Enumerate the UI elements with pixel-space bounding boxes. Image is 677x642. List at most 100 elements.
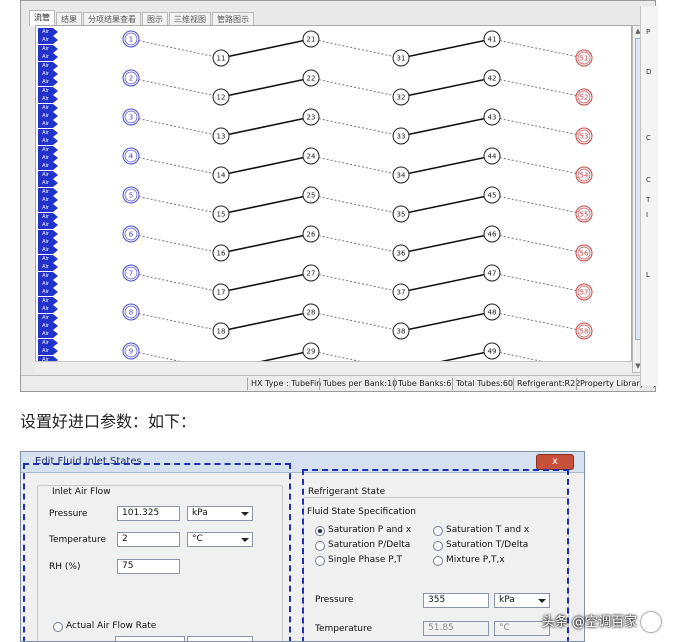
tube-connection: [310, 311, 402, 332]
tab-tubes[interactable]: 流管: [29, 10, 55, 26]
side-letter: D: [646, 68, 652, 76]
tube-number-label: 49: [488, 348, 497, 356]
tube-connection: [400, 272, 493, 293]
tube-number-label: 17: [217, 289, 226, 297]
side-letter: C: [646, 176, 651, 184]
tube-connection: [400, 155, 493, 176]
tube-connection: [400, 116, 493, 137]
close-button[interactable]: x: [536, 454, 574, 470]
close-icon: x: [552, 456, 558, 467]
tab-circuit-diagram[interactable]: 管路图示: [212, 12, 254, 26]
tube-connection: [310, 116, 402, 137]
tube-number-label: 14: [217, 172, 226, 180]
tube-number-label: 23: [307, 114, 316, 122]
view-tab-strip: 流管 结果 分项结果查看 图示 三维视图 管路图示: [29, 10, 255, 26]
tube-number-label: 13: [217, 133, 226, 141]
tube-connection: [220, 311, 312, 332]
watermark-logo-icon: [641, 612, 661, 632]
tube-number-label: 24: [307, 153, 316, 161]
tube-connection: [130, 194, 222, 215]
status-tubes-per-bank: Tubes per Bank:10: [319, 378, 400, 390]
tube-number-label: 46: [488, 231, 497, 239]
tube-number-label: 8: [129, 309, 133, 317]
tube-connection: [130, 116, 222, 137]
tube-number-label: 11: [217, 55, 226, 63]
tube-number-label: 35: [397, 211, 406, 219]
tube-connection: [220, 77, 312, 98]
tube-circuit-diagram: 1112131415121222324252313233343534142434…: [122, 30, 593, 372]
tube-number-label: 34: [397, 172, 406, 180]
circuit-canvas[interactable]: Air Air Air Air Air Air Air Air Air Air Air Air Air A…: [35, 25, 632, 373]
tube-connection: [220, 233, 312, 254]
tube-connection: [491, 155, 585, 176]
tube-number-label: 28: [307, 309, 316, 317]
tube-number-label: 32: [397, 94, 406, 102]
tube-number-label: 2: [129, 75, 133, 83]
tube-number-label: 12: [217, 94, 226, 102]
tube-connection: [220, 116, 312, 137]
tube-number-label: 38: [397, 328, 406, 336]
tube-connection: [130, 272, 222, 293]
horizontal-scrollbar[interactable]: [35, 361, 632, 374]
tube-number-label: 22: [307, 75, 316, 83]
side-letter: C: [646, 134, 651, 142]
tube-number-label: 45: [488, 192, 497, 200]
tube-number-label: 53: [580, 133, 589, 141]
tube-number-label: 9: [129, 348, 133, 356]
tube-number-label: 21: [307, 36, 316, 44]
status-tube-banks: Tube Banks:6: [394, 378, 454, 390]
side-letter: T: [646, 196, 651, 204]
tube-connection: [130, 311, 222, 332]
tube-connection: [220, 272, 312, 293]
tube-number-label: 16: [217, 250, 226, 258]
tube-connection: [491, 233, 585, 254]
tube-connection: [491, 116, 585, 137]
tube-connection: [130, 233, 222, 254]
tube-number-label: 25: [307, 192, 316, 200]
watermark: 头条 @空调百家: [542, 611, 661, 632]
tube-connection: [130, 77, 222, 98]
side-letter: L: [646, 271, 650, 279]
tube-connection: [310, 155, 402, 176]
tube-number-label: 51: [580, 55, 589, 63]
tube-connection: [220, 38, 312, 59]
edit-fluid-inlet-dialog: Edit Fluid Inlet States x Inlet Air Flow…: [20, 451, 585, 642]
tube-number-label: 5: [129, 192, 133, 200]
tube-number-label: 29: [307, 348, 316, 356]
tab-diagram[interactable]: 图示: [142, 12, 168, 26]
tab-item-results[interactable]: 分项结果查看: [83, 12, 141, 26]
tube-connection: [400, 77, 493, 98]
tube-number-label: 48: [488, 309, 497, 317]
status-bar: HX Type : TubeFin Tubes per Bank:10 Tube…: [21, 375, 655, 391]
tube-number-label: 56: [580, 250, 589, 258]
tube-connection: [491, 272, 585, 293]
tube-number-label: 42: [488, 75, 497, 83]
side-letter: I: [646, 211, 649, 219]
tube-connection: [491, 194, 585, 215]
tube-number-label: 7: [129, 270, 133, 278]
tab-results[interactable]: 结果: [56, 12, 82, 26]
tube-connection: [400, 38, 493, 59]
tube-connection: [220, 194, 312, 215]
status-refrigerant: Refrigerant:R22: [513, 378, 583, 390]
tube-connection: [400, 194, 493, 215]
tube-number-label: 52: [580, 94, 589, 102]
status-hx-type: HX Type : TubeFin: [247, 378, 324, 390]
tube-number-label: 57: [580, 289, 589, 297]
side-letter: P: [646, 28, 651, 36]
annotation-box-refrigerant: [302, 469, 569, 641]
tube-number-label: 36: [397, 250, 406, 258]
tube-connection: [310, 194, 402, 215]
tab-3d-view[interactable]: 三维视图: [169, 12, 211, 26]
tube-number-label: 3: [129, 114, 133, 122]
tube-connection: [220, 155, 312, 176]
tube-connection: [400, 233, 493, 254]
tube-number-label: 43: [488, 114, 497, 122]
status-total-tubes: Total Tubes:60: [452, 378, 516, 390]
tube-number-label: 15: [217, 211, 226, 219]
tube-number-label: 54: [580, 172, 589, 180]
tube-connection: [400, 311, 493, 332]
tube-number-label: 58: [580, 328, 589, 336]
tube-number-label: 55: [580, 211, 589, 219]
tube-connection: [310, 272, 402, 293]
